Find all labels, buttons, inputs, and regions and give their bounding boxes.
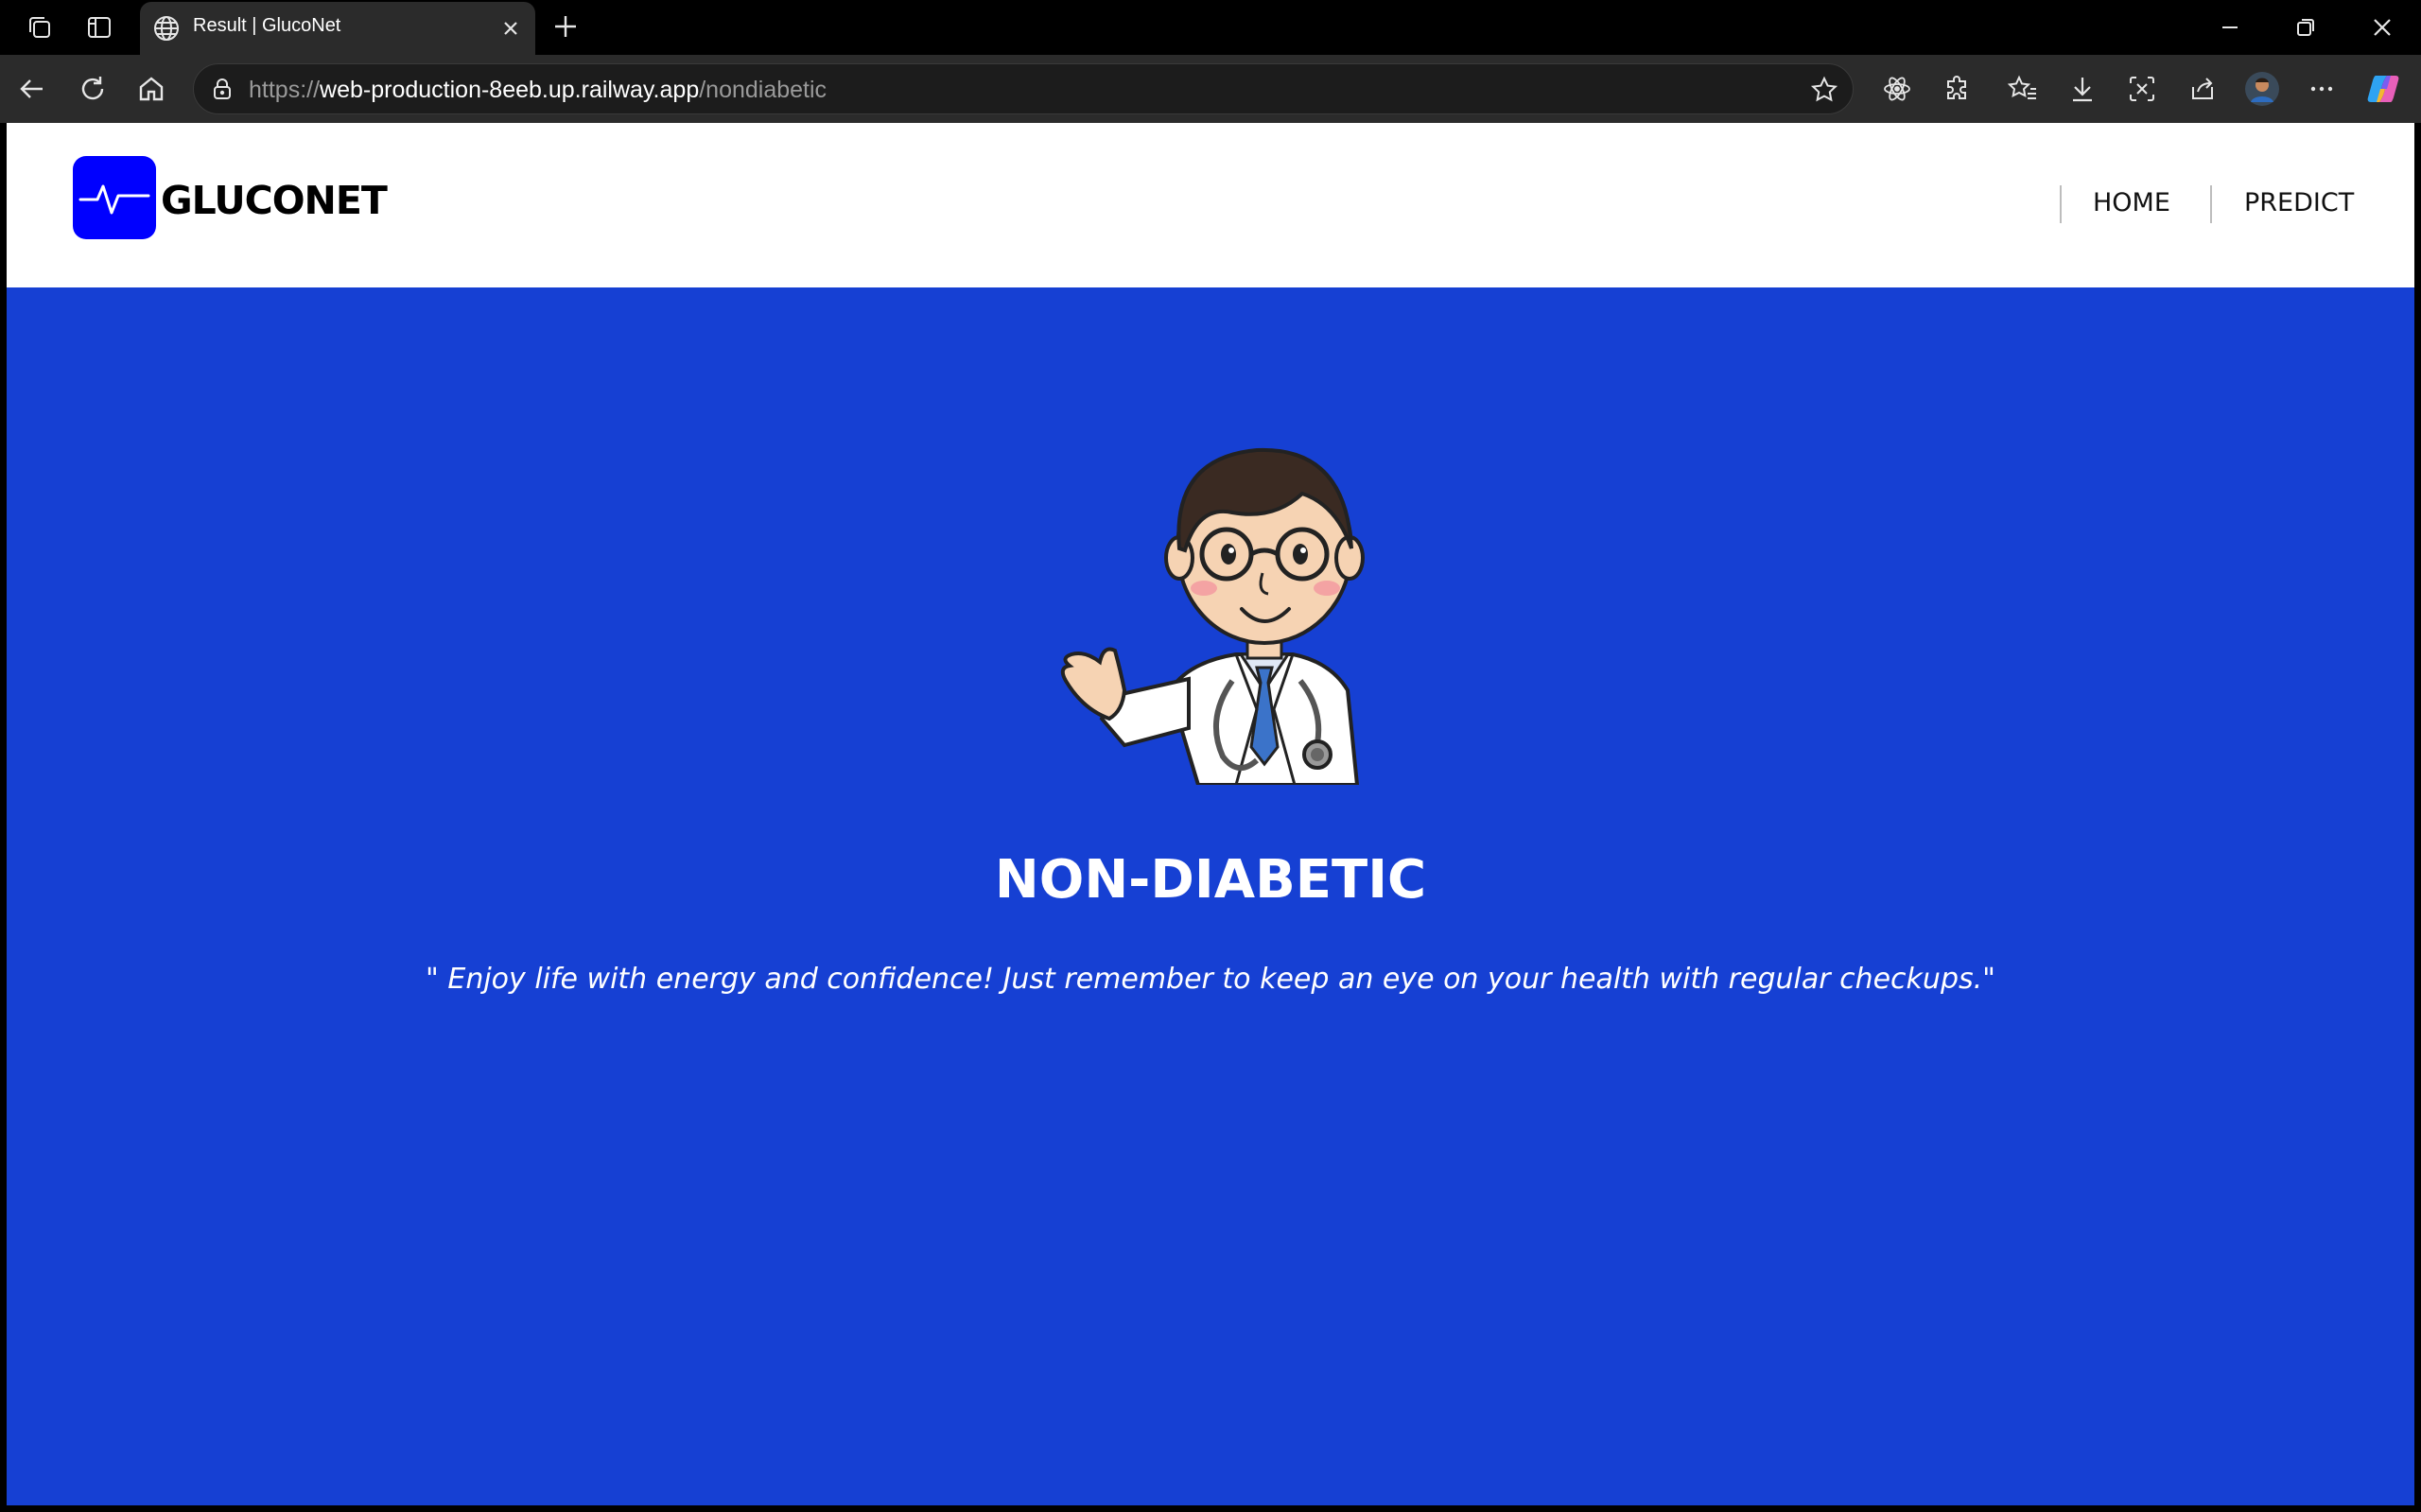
nav-divider bbox=[2060, 185, 2062, 223]
page-viewport: GLUCONET HOME PREDICT NON-DIABETIC " Enj… bbox=[7, 123, 2414, 1505]
favorites-icon[interactable] bbox=[2002, 68, 2044, 110]
heartbeat-pulse-icon bbox=[78, 184, 150, 215]
back-icon[interactable] bbox=[11, 68, 53, 110]
share-icon[interactable] bbox=[2182, 68, 2223, 110]
browser-window: Result | GlucoNet https://web-production… bbox=[0, 0, 2421, 1512]
tab-title: Result | GlucoNet bbox=[193, 15, 341, 36]
more-options-icon[interactable] bbox=[2301, 68, 2343, 110]
active-tab[interactable]: Result | GlucoNet bbox=[140, 2, 535, 55]
workspaces-icon[interactable] bbox=[24, 11, 56, 43]
lock-icon[interactable] bbox=[209, 76, 235, 102]
site-header: GLUCONET HOME PREDICT bbox=[7, 123, 2414, 287]
url-host: web-production-8eeb.up.railway.app bbox=[320, 77, 700, 103]
tab-strip: Result | GlucoNet bbox=[0, 0, 2421, 55]
url-text: https://web-production-8eeb.up.railway.a… bbox=[249, 77, 827, 104]
close-tab-icon[interactable] bbox=[497, 15, 524, 42]
downloads-icon[interactable] bbox=[2062, 68, 2103, 110]
close-window-icon[interactable] bbox=[2354, 9, 2411, 45]
address-bar[interactable]: https://web-production-8eeb.up.railway.a… bbox=[193, 63, 1854, 114]
nav-divider bbox=[2210, 185, 2212, 223]
favorite-star-icon[interactable] bbox=[1809, 75, 1839, 105]
home-icon[interactable] bbox=[131, 68, 172, 110]
nav-predict-link[interactable]: PREDICT bbox=[2244, 188, 2354, 217]
react-devtools-icon[interactable] bbox=[1876, 68, 1918, 110]
vertical-tabs-icon[interactable] bbox=[83, 11, 115, 43]
globe-icon bbox=[154, 16, 179, 41]
result-quote: " Enjoy life with energy and confidence!… bbox=[426, 963, 1995, 996]
extensions-icon[interactable] bbox=[1937, 68, 1978, 110]
screenshot-icon[interactable] bbox=[2121, 68, 2163, 110]
result-title: NON-DIABETIC bbox=[994, 849, 1427, 911]
nav-home-link[interactable]: HOME bbox=[2093, 188, 2170, 217]
new-tab-icon[interactable] bbox=[549, 9, 583, 43]
minimize-icon[interactable] bbox=[2202, 9, 2258, 45]
logo[interactable] bbox=[73, 156, 156, 239]
url-scheme: https:// bbox=[249, 77, 321, 103]
profile-avatar[interactable] bbox=[2241, 68, 2283, 110]
restore-icon[interactable] bbox=[2277, 9, 2334, 45]
doctor-illustration bbox=[1060, 447, 1365, 785]
brand-name[interactable]: GLUCONET bbox=[161, 178, 388, 223]
copilot-icon[interactable] bbox=[2362, 68, 2404, 110]
browser-toolbar: https://web-production-8eeb.up.railway.a… bbox=[0, 55, 2421, 123]
refresh-icon[interactable] bbox=[72, 68, 113, 110]
url-path: /nondiabetic bbox=[699, 77, 827, 103]
